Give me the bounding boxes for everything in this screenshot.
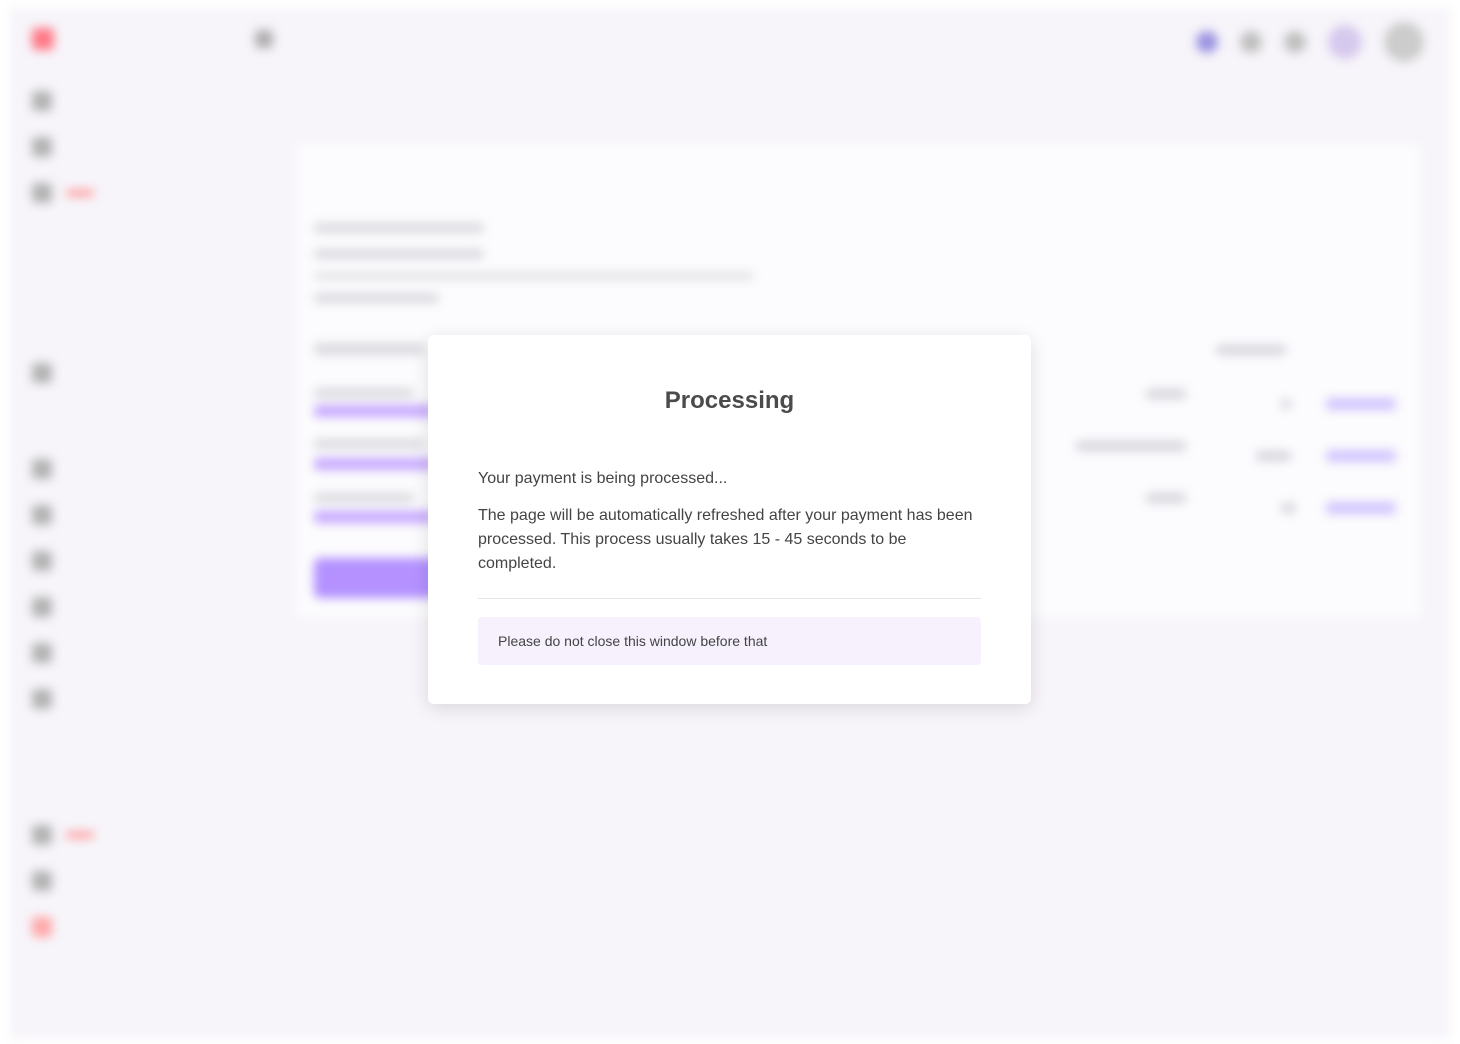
- modal-message: Your payment is being processed...: [478, 470, 728, 487]
- notice-text: Please do not close this window before t…: [498, 633, 768, 649]
- modal-title: Processing: [664, 387, 795, 414]
- modal-notice: Please do not close this window before t…: [478, 617, 981, 665]
- modal-divider: [478, 598, 981, 599]
- modal-detail: The page will be automatically refreshed…: [478, 507, 973, 572]
- processing-modal: Processing Your payment is being process…: [428, 335, 1031, 704]
